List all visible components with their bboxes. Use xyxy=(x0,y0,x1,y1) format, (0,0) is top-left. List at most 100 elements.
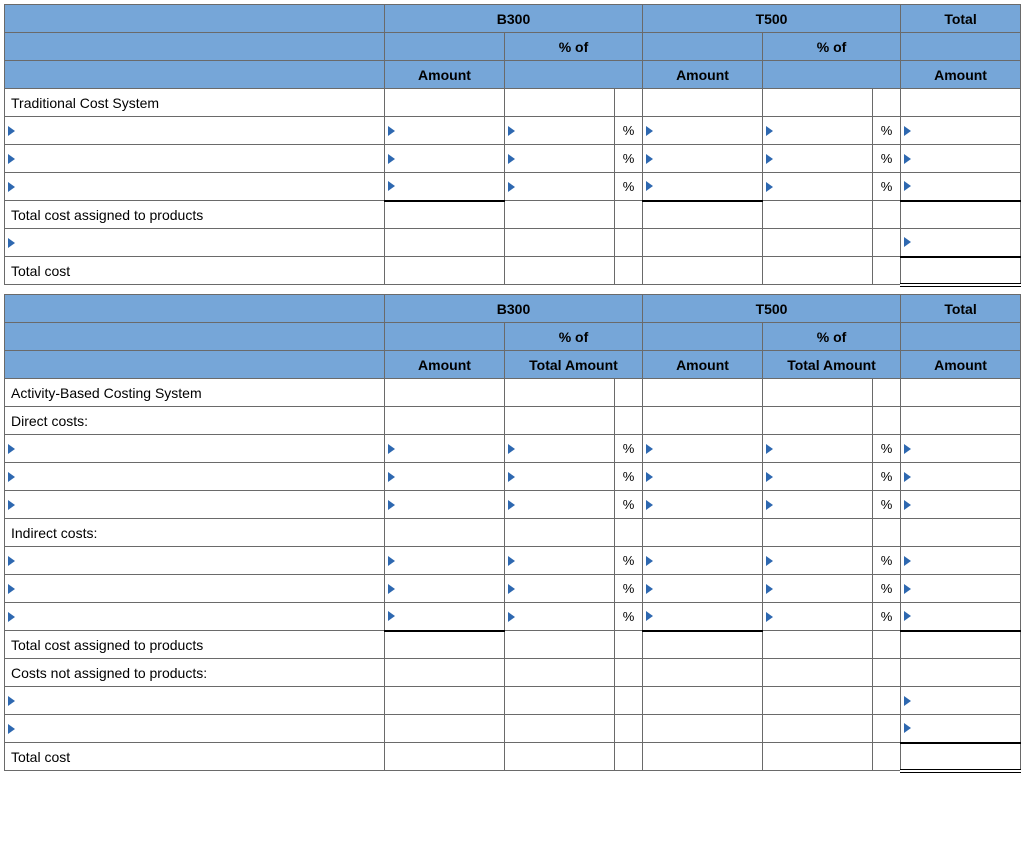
header-amount-total: Amount xyxy=(901,351,1021,379)
total-amount-select[interactable] xyxy=(901,435,1021,463)
traditional-total-cost: Total cost xyxy=(5,257,385,285)
table-row xyxy=(5,687,1021,715)
total-amount-select[interactable] xyxy=(901,491,1021,519)
header-amount-t500: Amount xyxy=(643,61,763,89)
b300-pct-select[interactable] xyxy=(505,603,615,631)
header-total: Total xyxy=(901,5,1021,33)
grand-total xyxy=(901,257,1021,285)
t500-pct-select[interactable] xyxy=(763,491,873,519)
t500-pct-select[interactable] xyxy=(763,435,873,463)
cost-item-select[interactable] xyxy=(5,491,385,519)
header-blank xyxy=(5,5,385,33)
header-t500: T500 xyxy=(643,295,901,323)
total-amount-select[interactable] xyxy=(901,117,1021,145)
table-row: % % xyxy=(5,117,1021,145)
header-pctof-b300: % of xyxy=(505,33,643,61)
header-b300: B300 xyxy=(385,295,643,323)
t500-pct-select[interactable] xyxy=(763,145,873,173)
t500-amount-select[interactable] xyxy=(643,463,763,491)
cost-item-select[interactable] xyxy=(5,229,385,257)
cost-item-select[interactable] xyxy=(5,435,385,463)
b300-subtotal xyxy=(385,201,505,229)
b300-pct-select[interactable] xyxy=(505,463,615,491)
total-amount-select[interactable] xyxy=(901,715,1021,743)
total-amount-select[interactable] xyxy=(901,547,1021,575)
b300-pct-select[interactable] xyxy=(505,145,615,173)
b300-amount-select[interactable] xyxy=(385,575,505,603)
b300-amount-select[interactable] xyxy=(385,435,505,463)
cost-item-select[interactable] xyxy=(5,463,385,491)
b300-pct-select[interactable] xyxy=(505,435,615,463)
total-amount-select[interactable] xyxy=(901,229,1021,257)
b300-pct-select[interactable] xyxy=(505,173,615,201)
b300-amount-select[interactable] xyxy=(385,603,505,631)
table-row: % % xyxy=(5,173,1021,201)
b300-pct-select[interactable] xyxy=(505,547,615,575)
pct-label: % xyxy=(873,117,901,145)
abc-total-cost: Total cost xyxy=(5,743,385,771)
cost-item-select[interactable] xyxy=(5,715,385,743)
table-row: % % xyxy=(5,575,1021,603)
b300-amount-select[interactable] xyxy=(385,117,505,145)
total-subtotal xyxy=(901,201,1021,229)
abc-title: Activity-Based Costing System xyxy=(5,379,385,407)
b300-pct-select[interactable] xyxy=(505,117,615,145)
grand-total xyxy=(901,743,1021,771)
b300-amount-select[interactable] xyxy=(385,463,505,491)
t500-amount-select[interactable] xyxy=(643,491,763,519)
total-amount-select[interactable] xyxy=(901,463,1021,491)
total-amount-select[interactable] xyxy=(901,603,1021,631)
t500-amount-select[interactable] xyxy=(643,145,763,173)
t500-pct-select[interactable] xyxy=(763,575,873,603)
header-pctof-b300: % of xyxy=(505,323,643,351)
t500-pct-select[interactable] xyxy=(763,463,873,491)
traditional-title: Traditional Cost System xyxy=(5,89,385,117)
cost-item-select[interactable] xyxy=(5,117,385,145)
b300-amount-select[interactable] xyxy=(385,491,505,519)
table-row: % % xyxy=(5,491,1021,519)
t500-amount-select[interactable] xyxy=(643,435,763,463)
total-amount-select[interactable] xyxy=(901,145,1021,173)
t500-amount-select[interactable] xyxy=(643,173,763,201)
t500-amount-select[interactable] xyxy=(643,117,763,145)
abc-direct-label: Direct costs: xyxy=(5,407,385,435)
abc-indirect-label: Indirect costs: xyxy=(5,519,385,547)
pct-label: % xyxy=(615,117,643,145)
b300-amount-select[interactable] xyxy=(385,173,505,201)
abc-not-assigned: Costs not assigned to products: xyxy=(5,659,385,687)
header-b300: B300 xyxy=(385,5,643,33)
t500-pct-select[interactable] xyxy=(763,173,873,201)
table-row: % % xyxy=(5,547,1021,575)
t500-amount-select[interactable] xyxy=(643,603,763,631)
t500-subtotal xyxy=(643,201,763,229)
total-amount-select[interactable] xyxy=(901,687,1021,715)
cost-item-select[interactable] xyxy=(5,575,385,603)
b300-pct-select[interactable] xyxy=(505,491,615,519)
total-amount-select[interactable] xyxy=(901,173,1021,201)
cost-item-select[interactable] xyxy=(5,145,385,173)
t500-pct-select[interactable] xyxy=(763,603,873,631)
t500-pct-select[interactable] xyxy=(763,117,873,145)
cost-item-select[interactable] xyxy=(5,687,385,715)
table-row: % % xyxy=(5,435,1021,463)
table-row xyxy=(5,715,1021,743)
header-amount-t500: Amount xyxy=(643,351,763,379)
t500-amount-select[interactable] xyxy=(643,575,763,603)
abc-total-assigned: Total cost assigned to products xyxy=(5,631,385,659)
b300-amount-select[interactable] xyxy=(385,145,505,173)
header-total: Total xyxy=(901,295,1021,323)
header-amount-b300: Amount xyxy=(385,351,505,379)
t500-amount-select[interactable] xyxy=(643,547,763,575)
header-pctof-t500: % of xyxy=(763,323,901,351)
header-pctof-t500: % of xyxy=(763,33,901,61)
table-row: % % xyxy=(5,603,1021,631)
header-totalamount-b300: Total Amount xyxy=(505,351,643,379)
header-amount-total: Amount xyxy=(901,61,1021,89)
cost-item-select[interactable] xyxy=(5,173,385,201)
b300-amount-select[interactable] xyxy=(385,547,505,575)
cost-item-select[interactable] xyxy=(5,603,385,631)
cost-item-select[interactable] xyxy=(5,547,385,575)
total-amount-select[interactable] xyxy=(901,575,1021,603)
b300-pct-select[interactable] xyxy=(505,575,615,603)
t500-pct-select[interactable] xyxy=(763,547,873,575)
